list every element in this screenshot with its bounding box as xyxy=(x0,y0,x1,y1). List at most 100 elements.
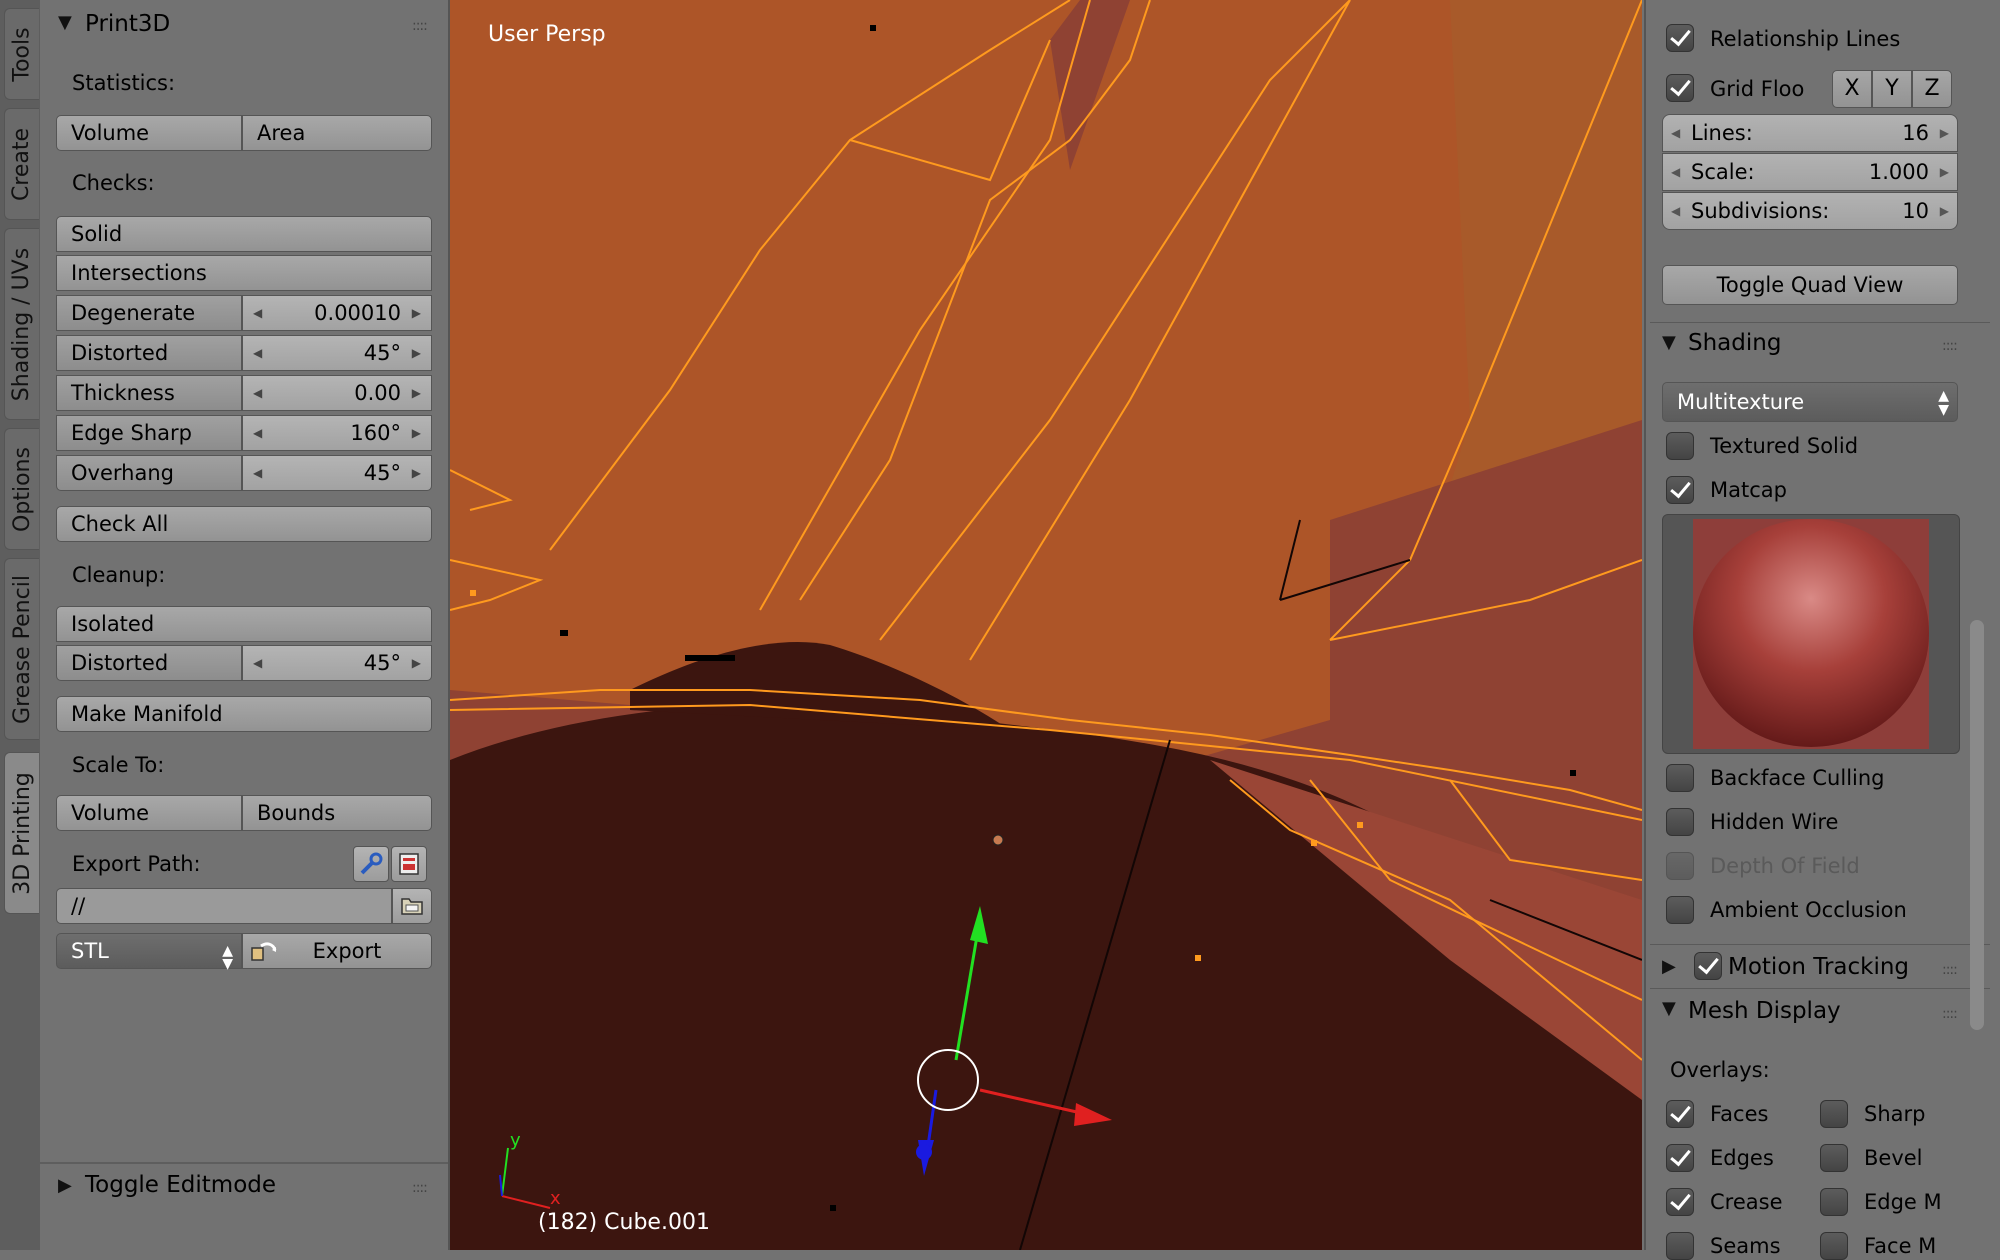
motion-tracking-section-title[interactable]: Motion Tracking xyxy=(1728,954,1909,980)
increment-arrow-icon[interactable]: ▶ xyxy=(412,646,421,680)
increment-arrow-icon[interactable]: ▶ xyxy=(1940,193,1949,229)
matcap-preview[interactable] xyxy=(1662,514,1960,754)
motion-tracking-checkbox[interactable] xyxy=(1694,952,1722,980)
tab-create[interactable]: Create xyxy=(4,108,39,220)
overlay-seams-checkbox[interactable] xyxy=(1666,1232,1694,1260)
check-solid-button[interactable]: Solid xyxy=(56,216,432,252)
grid-floor-checkbox[interactable] xyxy=(1666,74,1694,102)
overlay-face-marks-checkbox[interactable] xyxy=(1820,1232,1848,1260)
degenerate-value-field[interactable]: ◀ 0.00010 ▶ xyxy=(242,295,432,331)
distorted-value-field[interactable]: ◀ 45° ▶ xyxy=(242,335,432,371)
tab-options[interactable]: Options xyxy=(4,428,39,550)
check-distorted-button[interactable]: Distorted xyxy=(56,335,242,371)
overlay-bevel-checkbox[interactable] xyxy=(1820,1144,1848,1172)
overlay-edges-checkbox[interactable] xyxy=(1666,1144,1694,1172)
collapse-triangle-icon[interactable]: ▼ xyxy=(58,12,72,33)
export-format-select[interactable]: STL ▲ ▼ xyxy=(56,933,242,972)
checks-label: Checks: xyxy=(72,171,155,195)
check-edge-sharp-button[interactable]: Edge Sharp xyxy=(56,415,242,451)
matcap-label: Matcap xyxy=(1710,478,1787,502)
drag-grip-icon[interactable]: :::: xyxy=(412,18,428,34)
check-overhang-button[interactable]: Overhang xyxy=(56,455,242,491)
print3d-panel-title[interactable]: Print3D xyxy=(85,11,170,37)
textured-solid-checkbox[interactable] xyxy=(1666,432,1694,460)
cleanup-distorted-button[interactable]: Distorted xyxy=(56,645,242,681)
drag-grip-icon[interactable]: :::: xyxy=(412,1180,428,1196)
decrement-arrow-icon[interactable]: ◀ xyxy=(1671,154,1680,190)
overlay-crease-checkbox[interactable] xyxy=(1666,1188,1694,1216)
decrement-arrow-icon[interactable]: ◀ xyxy=(1671,115,1680,151)
shading-mode-select[interactable]: Multitexture ▲ ▼ xyxy=(1662,382,1958,422)
toggle-quad-view-button[interactable]: Toggle Quad View xyxy=(1662,265,1958,305)
3d-viewport[interactable]: User Persp (182) Cube.001 y x xyxy=(450,0,1642,1250)
decrement-arrow-icon[interactable]: ◀ xyxy=(1671,193,1680,229)
overlay-faces-checkbox[interactable] xyxy=(1666,1100,1694,1128)
hidden-wire-checkbox[interactable] xyxy=(1666,808,1694,836)
backface-culling-checkbox[interactable] xyxy=(1666,764,1694,792)
grid-lines-field[interactable]: ◀ Lines: 16 ▶ xyxy=(1662,114,1958,152)
check-all-button[interactable]: Check All xyxy=(56,506,432,542)
updown-arrows-icon-lower: ▼ xyxy=(222,956,233,972)
tab-3d-printing[interactable]: 3D Printing xyxy=(4,752,39,914)
decrement-arrow-icon[interactable]: ◀ xyxy=(253,646,262,680)
increment-arrow-icon[interactable]: ▶ xyxy=(412,416,421,450)
check-intersections-button[interactable]: Intersections xyxy=(56,255,432,291)
drag-grip-icon[interactable]: :::: xyxy=(1942,1006,1958,1022)
increment-arrow-icon[interactable]: ▶ xyxy=(1940,115,1949,151)
file-browser-icon[interactable] xyxy=(391,846,427,882)
section-divider xyxy=(1650,988,1990,989)
collapse-triangle-icon[interactable]: ▼ xyxy=(1662,998,1676,1019)
expand-triangle-icon[interactable]: ▶ xyxy=(58,1175,72,1196)
axis-z-toggle[interactable]: Z xyxy=(1912,70,1952,108)
grid-scale-field[interactable]: ◀ Scale: 1.000 ▶ xyxy=(1662,153,1958,191)
collapse-triangle-icon[interactable]: ▼ xyxy=(1662,332,1676,353)
increment-arrow-icon[interactable]: ▶ xyxy=(412,376,421,410)
overlay-sharp-checkbox[interactable] xyxy=(1820,1100,1848,1128)
cleanup-isolated-button[interactable]: Isolated xyxy=(56,606,432,642)
check-thickness-button[interactable]: Thickness xyxy=(56,375,242,411)
folder-icon[interactable] xyxy=(392,888,432,924)
make-manifold-button[interactable]: Make Manifold xyxy=(56,696,432,732)
increment-arrow-icon[interactable]: ▶ xyxy=(1940,154,1949,190)
export-button[interactable]: Export xyxy=(242,933,432,969)
scale-to-volume-button[interactable]: Volume xyxy=(56,795,242,831)
tab-tools[interactable]: Tools xyxy=(4,8,39,100)
axis-x-toggle[interactable]: X xyxy=(1832,70,1872,108)
depth-of-field-checkbox[interactable] xyxy=(1666,852,1694,880)
matcap-checkbox[interactable] xyxy=(1666,476,1694,504)
scale-to-bounds-button[interactable]: Bounds xyxy=(242,795,432,831)
expand-triangle-icon[interactable]: ▶ xyxy=(1662,956,1676,977)
grid-lines-value: 16 xyxy=(1902,121,1929,145)
edge-sharp-value-field[interactable]: ◀ 160° ▶ xyxy=(242,415,432,451)
toggle-editmode-panel-title[interactable]: Toggle Editmode xyxy=(85,1172,276,1198)
eyedropper-icon[interactable] xyxy=(353,846,389,882)
axis-y-toggle[interactable]: Y xyxy=(1872,70,1912,108)
decrement-arrow-icon[interactable]: ◀ xyxy=(253,376,262,410)
relationship-lines-checkbox[interactable] xyxy=(1666,24,1694,52)
grid-subdivisions-field[interactable]: ◀ Subdivisions: 10 ▶ xyxy=(1662,192,1958,230)
statistics-volume-button[interactable]: Volume xyxy=(56,115,242,151)
increment-arrow-icon[interactable]: ▶ xyxy=(412,336,421,370)
increment-arrow-icon[interactable]: ▶ xyxy=(412,456,421,490)
overlay-edge-marks-checkbox[interactable] xyxy=(1820,1188,1848,1216)
statistics-area-button[interactable]: Area xyxy=(242,115,432,151)
decrement-arrow-icon[interactable]: ◀ xyxy=(253,296,262,330)
properties-scrollbar[interactable] xyxy=(1970,620,1984,1030)
decrement-arrow-icon[interactable]: ◀ xyxy=(253,416,262,450)
decrement-arrow-icon[interactable]: ◀ xyxy=(253,456,262,490)
decrement-arrow-icon[interactable]: ◀ xyxy=(253,336,262,370)
ambient-occlusion-checkbox[interactable] xyxy=(1666,896,1694,924)
tab-grease-pencil[interactable]: Grease Pencil xyxy=(4,558,39,740)
drag-grip-icon[interactable]: :::: xyxy=(1942,338,1958,354)
overlay-face-marks-label: Face M xyxy=(1864,1234,1937,1258)
shading-section-title[interactable]: Shading xyxy=(1688,330,1781,356)
export-path-input[interactable]: // xyxy=(56,888,392,924)
check-degenerate-button[interactable]: Degenerate xyxy=(56,295,242,331)
overhang-value-field[interactable]: ◀ 45° ▶ xyxy=(242,455,432,491)
thickness-value-field[interactable]: ◀ 0.00 ▶ xyxy=(242,375,432,411)
cleanup-distorted-value-field[interactable]: ◀ 45° ▶ xyxy=(242,645,432,681)
drag-grip-icon[interactable]: :::: xyxy=(1942,962,1958,978)
increment-arrow-icon[interactable]: ▶ xyxy=(412,296,421,330)
tab-shading-uvs[interactable]: Shading / UVs xyxy=(4,228,39,420)
mesh-display-section-title[interactable]: Mesh Display xyxy=(1688,998,1841,1024)
